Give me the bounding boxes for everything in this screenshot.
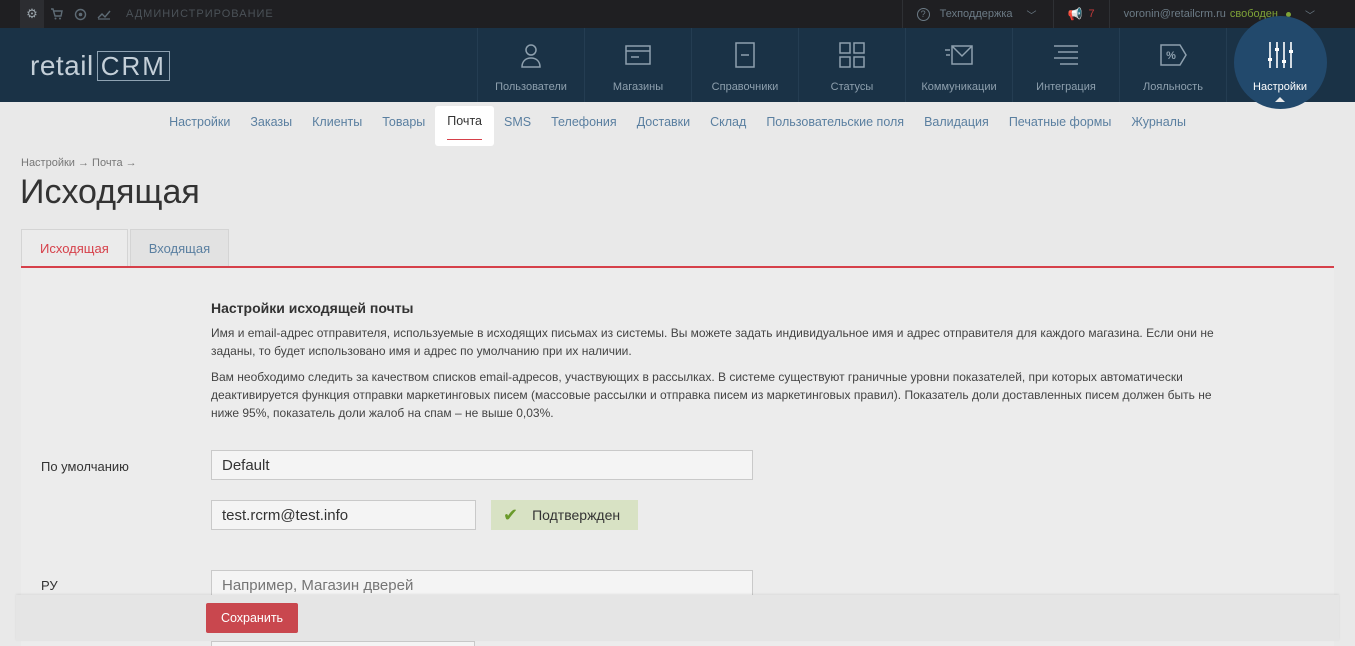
logo-crm: CRM — [96, 51, 170, 81]
chevron-down-icon: ﹀ — [1305, 10, 1315, 22]
active-pointer — [1275, 97, 1285, 102]
tab-outgoing[interactable]: Исходящая — [21, 229, 128, 267]
default-sender-name-input[interactable] — [211, 450, 753, 480]
nav-shops[interactable]: Магазины — [584, 28, 691, 102]
nav-statuses[interactable]: Статусы — [798, 28, 905, 102]
shop-icon — [625, 45, 651, 65]
gear-icon[interactable]: ⚙ — [20, 0, 44, 28]
default-label: По умолчанию — [41, 459, 129, 474]
support-menu[interactable]: ? Техподдержка ﹀ — [901, 0, 1053, 28]
user-icon — [521, 44, 541, 68]
section-title: Настройки исходящей почты — [211, 300, 414, 316]
shop-ru-label: РУ — [41, 578, 58, 593]
confirmed-badge: ✔ Подтвержден — [491, 500, 638, 530]
confirmed-label: Подтвержден — [532, 507, 621, 523]
submenu-deliveries[interactable]: Доставки — [627, 102, 700, 142]
logo-text: retail — [30, 50, 94, 81]
submenu-sms[interactable]: SMS — [494, 102, 541, 142]
logo[interactable]: retail CRM — [30, 48, 170, 84]
save-button[interactable]: Сохранить — [206, 603, 298, 633]
submenu-warehouse[interactable]: Склад — [700, 102, 756, 142]
shop-ru-email-input[interactable] — [211, 641, 475, 646]
default-sender-email-input[interactable] — [211, 500, 476, 530]
loyalty-icon: % — [1160, 44, 1187, 66]
checkmark-icon: ✔ — [503, 504, 519, 525]
main-header: retail CRM Пользователи Магазины Справоч… — [0, 16, 1355, 109]
status-icon — [839, 42, 865, 68]
section-description-1: Имя и email-адрес отправителя, используе… — [211, 326, 1214, 358]
notifications-count: 7 — [1088, 8, 1095, 20]
chevron-down-icon: ﹀ — [1026, 10, 1037, 22]
main-nav: Пользователи Магазины Справочники Статус… — [477, 16, 1333, 109]
mail-icon — [945, 45, 973, 65]
submenu-print-forms[interactable]: Печатные формы — [999, 102, 1122, 142]
admin-label[interactable]: АДМИНИСТРИРОВАНИЕ — [126, 8, 274, 20]
question-icon: ? — [916, 7, 930, 21]
settings-submenu: Настройки Заказы Клиенты Товары Почта SM… — [0, 102, 1355, 146]
user-menu[interactable]: voronin@retailcrm.ru свободен ﹀ — [1108, 0, 1355, 28]
nav-integration[interactable]: Интеграция — [1012, 28, 1119, 102]
submenu-telephony[interactable]: Телефония — [541, 102, 627, 142]
submenu-journals[interactable]: Журналы — [1121, 102, 1196, 142]
submenu-validation[interactable]: Валидация — [914, 102, 999, 142]
submenu-mail[interactable]: Почта — [435, 106, 494, 146]
tab-underline — [21, 266, 1334, 268]
page-title: Исходящая — [20, 173, 200, 211]
notifications[interactable]: 📢 7 — [1052, 0, 1109, 28]
target-icon[interactable] — [68, 0, 92, 28]
nav-communications[interactable]: Коммуникации — [905, 28, 1012, 102]
settings-sliders-icon — [1268, 42, 1293, 68]
nav-references[interactable]: Справочники — [691, 28, 798, 102]
admin-topbar: ⚙ АДМИНИСТРИРОВАНИЕ ? Техподдержка ﹀ 📢 7… — [0, 0, 1355, 28]
nav-loyalty[interactable]: % Лояльность — [1119, 28, 1226, 102]
user-email: voronin@retailcrm.ru — [1123, 8, 1226, 20]
book-icon — [735, 42, 755, 68]
cart-icon[interactable] — [44, 0, 68, 28]
mail-tabs: Исходящая Входящая — [21, 229, 231, 267]
submenu-products[interactable]: Товары — [372, 102, 435, 142]
svg-text:%: % — [1166, 50, 1176, 62]
megaphone-icon: 📢 — [1067, 7, 1083, 21]
submenu-custom-fields[interactable]: Пользовательские поля — [756, 102, 914, 142]
submenu-clients[interactable]: Клиенты — [302, 102, 372, 142]
submenu-orders[interactable]: Заказы — [240, 102, 302, 142]
breadcrumb[interactable]: Настройки → Почта → — [21, 157, 137, 169]
tab-incoming[interactable]: Входящая — [129, 229, 230, 267]
support-label: Техподдержка — [939, 8, 1013, 20]
nav-users[interactable]: Пользователи — [477, 28, 584, 102]
submenu-settings[interactable]: Настройки — [159, 102, 240, 142]
section-description-2: Вам необходимо следить за качеством спис… — [211, 370, 1212, 420]
nav-settings[interactable]: Настройки — [1226, 16, 1333, 109]
chart-icon[interactable] — [92, 0, 116, 28]
integration-icon — [1054, 45, 1078, 65]
